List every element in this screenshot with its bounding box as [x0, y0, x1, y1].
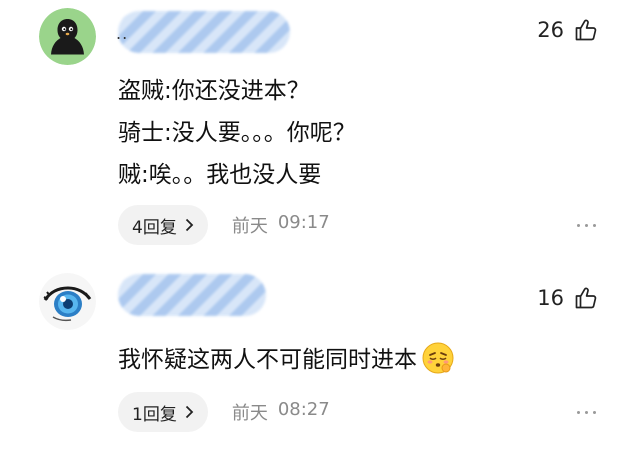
face-emoji-icon [422, 342, 454, 374]
like-button[interactable]: 16 [537, 286, 598, 310]
timestamp-day: 前天 [231, 216, 268, 237]
timestamp: 前天 09:17 [232, 212, 330, 238]
comment-item: 16 我怀疑这两人不可能同时进本 1回复 前天 08:27 [0, 262, 640, 459]
timestamp-day: 前天 [231, 403, 268, 424]
comment-text: 我怀疑这两人不可能同时进本 [118, 339, 455, 381]
more-dots-icon[interactable] [577, 411, 596, 414]
username-mask [118, 11, 290, 53]
comment-text: 盗贼:你还没进本？ 骑士:没人要。。。你呢？ 贼:唉。。我也没人要 [118, 70, 356, 196]
black-blob-avatar-icon [39, 8, 96, 65]
avatar[interactable] [39, 8, 96, 65]
timestamp-time: 08:27 [277, 399, 330, 420]
more-dots-icon[interactable] [577, 224, 596, 227]
thumbs-up-icon [575, 287, 597, 309]
replies-label: 4回复 [132, 217, 177, 238]
comment-line: 骑士:没人要。。。你呢？ [118, 120, 356, 146]
comment-meta: 1回复 前天 08:27 [118, 392, 330, 432]
anime-eye-avatar-icon [39, 273, 96, 330]
comment-item: .. 26 盗贼:你还没进本？ 骑士:没人要。。。你呢？ 贼:唉。。我也没人要 … [0, 0, 640, 250]
comment-line: 我怀疑这两人不可能同时进本 [118, 347, 417, 373]
comment-meta: 4回复 前天 09:17 [118, 205, 330, 245]
like-button[interactable]: 26 [537, 18, 598, 42]
chevron-right-icon [185, 218, 194, 232]
comment-line: 盗贼:你还没进本？ [118, 78, 310, 104]
thumbs-up-icon [575, 19, 597, 41]
username[interactable]: .. [116, 24, 128, 43]
like-count: 16 [537, 286, 564, 310]
like-count: 26 [537, 18, 564, 42]
username-mask [118, 274, 266, 316]
replies-button[interactable]: 1回复 [118, 392, 208, 432]
replies-button[interactable]: 4回复 [118, 205, 208, 245]
timestamp: 前天 08:27 [232, 399, 330, 425]
chevron-right-icon [185, 405, 194, 419]
replies-label: 1回复 [132, 404, 177, 425]
timestamp-time: 09:17 [277, 212, 330, 233]
avatar[interactable] [39, 273, 96, 330]
comment-line: 贼:唉。。我也没人要 [118, 162, 322, 188]
